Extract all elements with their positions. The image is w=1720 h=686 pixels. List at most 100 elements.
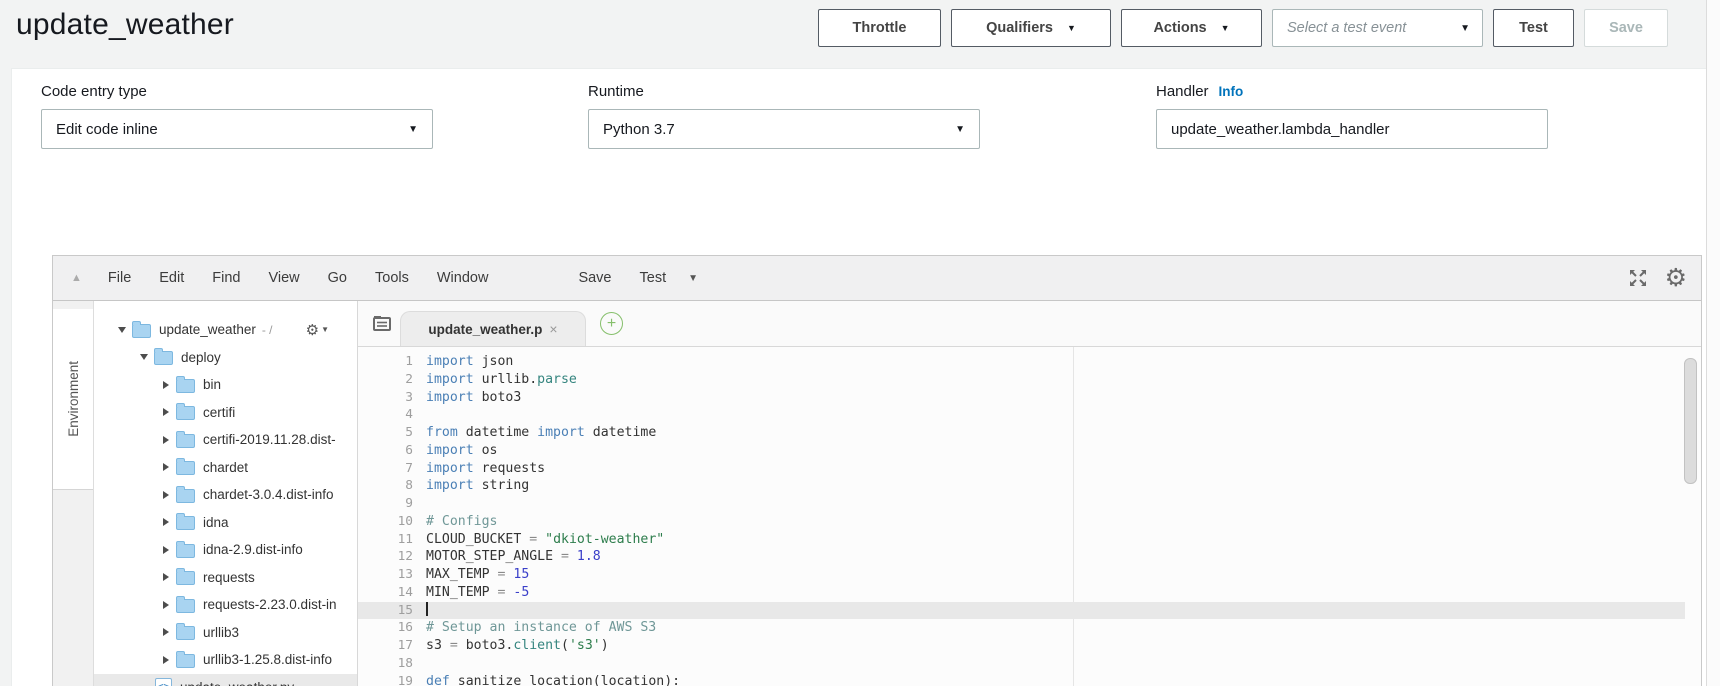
page-scrollbar[interactable]: [1706, 0, 1720, 686]
editor-test-dropdown-icon[interactable]: ▼: [688, 273, 698, 284]
line-number[interactable]: 11: [358, 531, 426, 549]
line-number[interactable]: 2: [358, 371, 426, 389]
editor-test-button[interactable]: Test: [640, 270, 667, 286]
line-number[interactable]: 9: [358, 495, 426, 513]
code-line-6[interactable]: 6import os: [358, 442, 1685, 460]
line-number[interactable]: 14: [358, 584, 426, 602]
test-button[interactable]: Test: [1493, 9, 1574, 47]
handler-input[interactable]: update_weather.lambda_handler: [1156, 109, 1548, 149]
chevron-collapsed-icon[interactable]: [158, 463, 174, 471]
qualifiers-dropdown-button[interactable]: Qualifiers ▼: [951, 9, 1111, 47]
line-number[interactable]: 16: [358, 619, 426, 637]
code-line-1[interactable]: 1import json: [358, 353, 1685, 371]
save-button-disabled[interactable]: Save: [1584, 9, 1668, 47]
line-number[interactable]: 19: [358, 673, 426, 686]
line-number[interactable]: 8: [358, 477, 426, 495]
code-line-14[interactable]: 14MIN_TEMP = -5: [358, 584, 1685, 602]
menu-file[interactable]: File: [108, 270, 131, 286]
line-number[interactable]: 13: [358, 566, 426, 584]
code-entry-type-select[interactable]: Edit code inline ▼: [41, 109, 433, 149]
chevron-expanded-icon[interactable]: [114, 327, 130, 333]
tree-item-urllib3[interactable]: urllib3: [94, 619, 357, 647]
tree-item-idna[interactable]: idna: [94, 509, 357, 537]
new-tab-button[interactable]: +: [600, 312, 623, 335]
menu-tools[interactable]: Tools: [375, 270, 409, 286]
line-number[interactable]: 12: [358, 548, 426, 566]
code-line-17[interactable]: 17s3 = boto3.client('s3'): [358, 637, 1685, 655]
tree-settings-gear-icon[interactable]: ⚙▼: [306, 321, 329, 339]
tree-item-certifi[interactable]: certifi: [94, 399, 357, 427]
code-line-2[interactable]: 2import urllib.parse: [358, 371, 1685, 389]
code-line-7[interactable]: 7import requests: [358, 460, 1685, 478]
menu-edit[interactable]: Edit: [159, 270, 184, 286]
chevron-collapsed-icon[interactable]: [158, 546, 174, 554]
tree-item-update-weather-py[interactable]: <>update_weather.py: [94, 674, 357, 686]
fullscreen-icon[interactable]: [1627, 267, 1649, 289]
line-number[interactable]: 5: [358, 424, 426, 442]
tree-item-deploy[interactable]: deploy: [94, 344, 357, 372]
handler-info-link[interactable]: Info: [1219, 84, 1244, 99]
tree-item-idna-2-9-dist-info[interactable]: idna-2.9.dist-info: [94, 536, 357, 564]
tree-item-chardet-3-0-4-dist-info[interactable]: chardet-3.0.4.dist-info: [94, 481, 357, 509]
code-line-13[interactable]: 13MAX_TEMP = 15: [358, 566, 1685, 584]
code-editor-area[interactable]: 1import json2import urllib.parse3import …: [358, 347, 1701, 686]
code-line-12[interactable]: 12MOTOR_STEP_ANGLE = 1.8: [358, 548, 1685, 566]
tab-update-weather-py[interactable]: update_weather.p ×: [400, 311, 586, 346]
line-number[interactable]: 15: [358, 602, 426, 620]
editor-settings-gear-icon[interactable]: ⚙: [1665, 266, 1687, 291]
code-line-4[interactable]: 4: [358, 406, 1685, 424]
chevron-collapsed-icon[interactable]: [158, 573, 174, 581]
tree-item-update-weather[interactable]: update_weather - /⚙▼: [94, 316, 357, 344]
chevron-collapsed-icon[interactable]: [158, 656, 174, 664]
chevron-collapsed-icon[interactable]: [158, 628, 174, 636]
line-number[interactable]: 1: [358, 353, 426, 371]
line-number[interactable]: 7: [358, 460, 426, 478]
chevron-collapsed-icon[interactable]: [158, 518, 174, 526]
chevron-down-icon: ▼: [408, 124, 418, 135]
line-number[interactable]: 18: [358, 655, 426, 673]
code-line-10[interactable]: 10# Configs: [358, 513, 1685, 531]
line-number[interactable]: 3: [358, 389, 426, 407]
tree-item-certifi-2019-11-28-dist-[interactable]: certifi-2019.11.28.dist-: [94, 426, 357, 454]
tree-item-requests[interactable]: requests: [94, 564, 357, 592]
runtime-select[interactable]: Python 3.7 ▼: [588, 109, 980, 149]
chevron-collapsed-icon[interactable]: [158, 408, 174, 416]
tree-item-chardet[interactable]: chardet: [94, 454, 357, 482]
throttle-button[interactable]: Throttle: [818, 9, 941, 47]
line-number[interactable]: 10: [358, 513, 426, 531]
code-line-9[interactable]: 9: [358, 495, 1685, 513]
code-line-8[interactable]: 8import string: [358, 477, 1685, 495]
tree-item-bin[interactable]: bin: [94, 371, 357, 399]
line-number[interactable]: 17: [358, 637, 426, 655]
line-number[interactable]: 6: [358, 442, 426, 460]
chevron-collapsed-icon[interactable]: [158, 491, 174, 499]
code-line-19[interactable]: 19def sanitize_location(location):: [358, 673, 1685, 686]
tree-item-requests-2-23-0-dist-in[interactable]: requests-2.23.0.dist-in: [94, 591, 357, 619]
chevron-collapsed-icon[interactable]: [158, 436, 174, 444]
test-event-select[interactable]: Select a test event ▼: [1272, 9, 1483, 47]
tab-list-icon[interactable]: [372, 314, 392, 332]
line-number[interactable]: 4: [358, 406, 426, 424]
actions-dropdown-button[interactable]: Actions ▼: [1121, 9, 1262, 47]
code-line-16[interactable]: 16# Setup an instance of AWS S3: [358, 619, 1685, 637]
chevron-expanded-icon[interactable]: [136, 354, 152, 360]
menu-go[interactable]: Go: [328, 270, 347, 286]
chevron-collapsed-icon[interactable]: [158, 601, 174, 609]
code-line-18[interactable]: 18: [358, 655, 1685, 673]
code-line-15[interactable]: 15: [358, 602, 1685, 620]
editor-scrollbar-thumb[interactable]: [1684, 358, 1697, 484]
code-line-5[interactable]: 5from datetime import datetime: [358, 424, 1685, 442]
chevron-down-icon: ▼: [1221, 23, 1230, 33]
environment-tab[interactable]: Environment: [53, 309, 93, 490]
tree-item-urllib3-1-25-8-dist-info[interactable]: urllib3-1.25.8.dist-info: [94, 646, 357, 674]
collapse-panel-icon[interactable]: ▲: [71, 272, 82, 284]
menu-window[interactable]: Window: [437, 270, 489, 286]
tab-close-icon[interactable]: ×: [549, 321, 557, 337]
editor-save-button[interactable]: Save: [578, 270, 611, 286]
folder-icon: [154, 351, 173, 365]
code-line-11[interactable]: 11CLOUD_BUCKET = "dkiot-weather": [358, 531, 1685, 549]
chevron-collapsed-icon[interactable]: [158, 381, 174, 389]
menu-view[interactable]: View: [268, 270, 299, 286]
code-line-3[interactable]: 3import boto3: [358, 389, 1685, 407]
menu-find[interactable]: Find: [212, 270, 240, 286]
